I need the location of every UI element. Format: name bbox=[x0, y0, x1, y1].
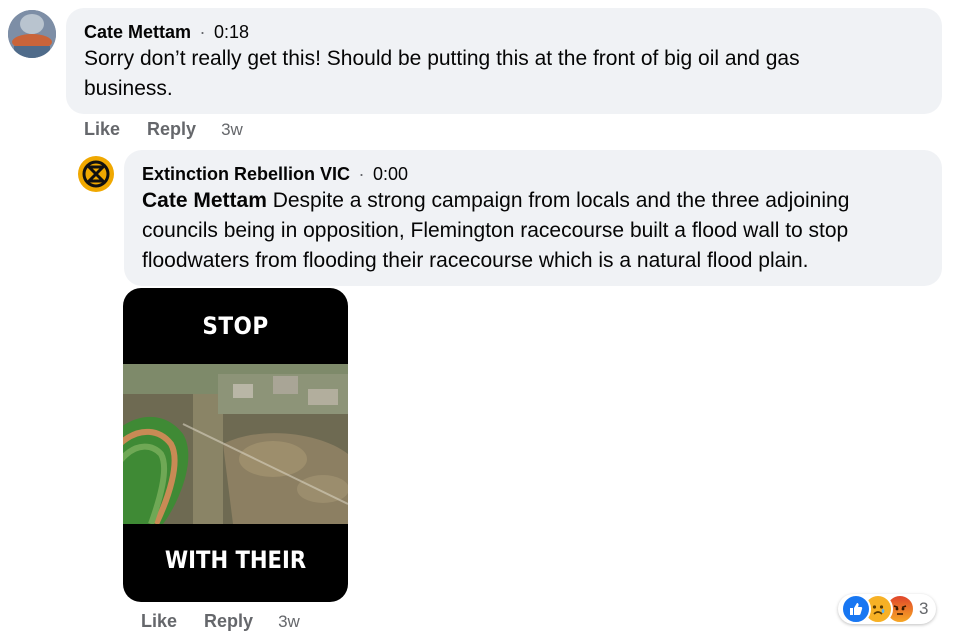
reply-text-line: floodwaters from flooding their racecour… bbox=[142, 249, 809, 272]
comment-text-line: business. bbox=[84, 77, 173, 100]
reply-author[interactable]: Extinction Rebellion VIC bbox=[142, 164, 350, 184]
extinction-symbol-icon bbox=[79, 157, 113, 191]
reply-button[interactable]: Reply bbox=[147, 119, 196, 139]
comment-bubble: Cate Mettam · 0:18 Sorry don’t really ge… bbox=[66, 8, 942, 114]
reply-age[interactable]: 3w bbox=[278, 612, 300, 631]
reactions-summary[interactable]: 3 bbox=[838, 594, 937, 624]
attached-image[interactable]: STOP GAMBLING WITH THEIR LIVES bbox=[123, 288, 348, 602]
separator: · bbox=[199, 22, 206, 42]
like-button[interactable]: Like bbox=[141, 611, 177, 631]
comment-author[interactable]: Cate Mettam bbox=[84, 22, 191, 42]
reply-text-line: councils being in opposition, Flemington… bbox=[142, 219, 849, 242]
avatar[interactable] bbox=[8, 10, 56, 58]
reply-button[interactable]: Reply bbox=[204, 611, 253, 631]
separator: · bbox=[358, 164, 365, 184]
like-button[interactable]: Like bbox=[84, 119, 120, 139]
reply-bubble: Extinction Rebellion VIC · 0:00 Cate Met… bbox=[124, 150, 942, 286]
aerial-flood-photo bbox=[123, 364, 348, 524]
image-bottom-text: WITH THEIR LIVES bbox=[164, 546, 307, 574]
mention-link[interactable]: Cate Mettam bbox=[142, 189, 267, 212]
comment-text-line: Sorry don’t really get this! Should be p… bbox=[84, 47, 800, 70]
avatar[interactable] bbox=[78, 156, 114, 192]
reaction-count: 3 bbox=[919, 599, 929, 618]
comment-age[interactable]: 3w bbox=[221, 120, 243, 139]
reply-text-line: Despite a strong campaign from locals an… bbox=[266, 189, 850, 212]
image-top-text: STOP GAMBLING bbox=[169, 312, 302, 416]
comment-time[interactable]: 0:18 bbox=[214, 22, 249, 42]
like-icon bbox=[841, 594, 871, 624]
reply-time[interactable]: 0:00 bbox=[373, 164, 408, 184]
